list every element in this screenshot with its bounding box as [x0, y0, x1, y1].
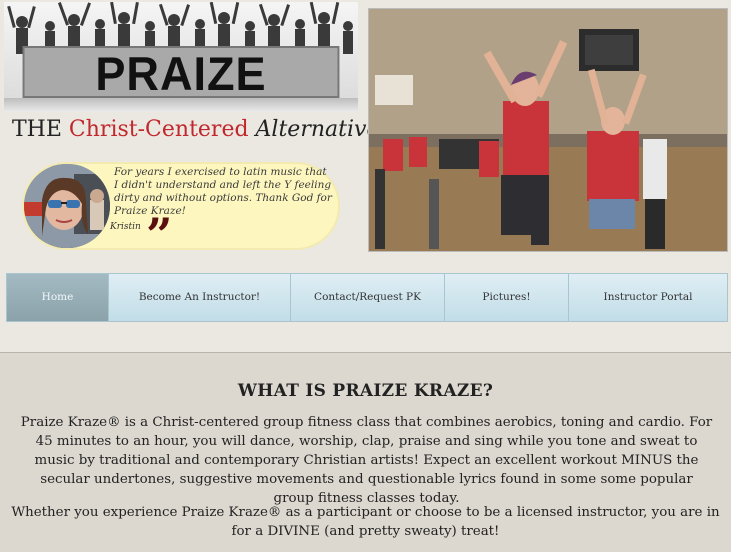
hero-photo-image [369, 9, 727, 251]
testimonial-author: Kristin [110, 222, 141, 232]
nav-item-pictures[interactable]: Pictures! [445, 274, 569, 321]
tagline-italic: Alternative [255, 117, 380, 142]
logo-text: PRAIZE KRAZE [22, 46, 340, 112]
main-nav: Home Become An Instructor! Contact/Reque… [6, 273, 728, 322]
closing-paragraph: Whether you experience Praize Kraze® as … [11, 505, 720, 539]
praize-kraze-logo[interactable]: PRAIZE KRAZE [4, 2, 358, 112]
quote-mark-icon: ” [146, 208, 173, 262]
hero-photo [368, 8, 728, 252]
tagline-highlight: Christ-Centered [68, 117, 249, 142]
tagline-prefix: THE [12, 117, 69, 142]
nav-item-become-instructor[interactable]: Become An Instructor! [109, 274, 291, 321]
tagline: THE Christ-Centered Alternative! [12, 117, 388, 142]
nav-item-home[interactable]: Home [7, 274, 109, 321]
testimonial-photo [24, 164, 110, 248]
nav-item-contact[interactable]: Contact/Request PK [291, 274, 445, 321]
intro-paragraph: Praize Kraze® is a Christ-centered group… [20, 415, 713, 506]
content-section: WHAT IS PRAIZE KRAZE? Praize Kraze® is a… [0, 352, 731, 552]
testimonial-photo-image [24, 164, 110, 248]
page-heading: WHAT IS PRAIZE KRAZE? [237, 381, 494, 401]
logo-base [4, 98, 358, 112]
nav-item-instructor-portal[interactable]: Instructor Portal [569, 274, 727, 321]
